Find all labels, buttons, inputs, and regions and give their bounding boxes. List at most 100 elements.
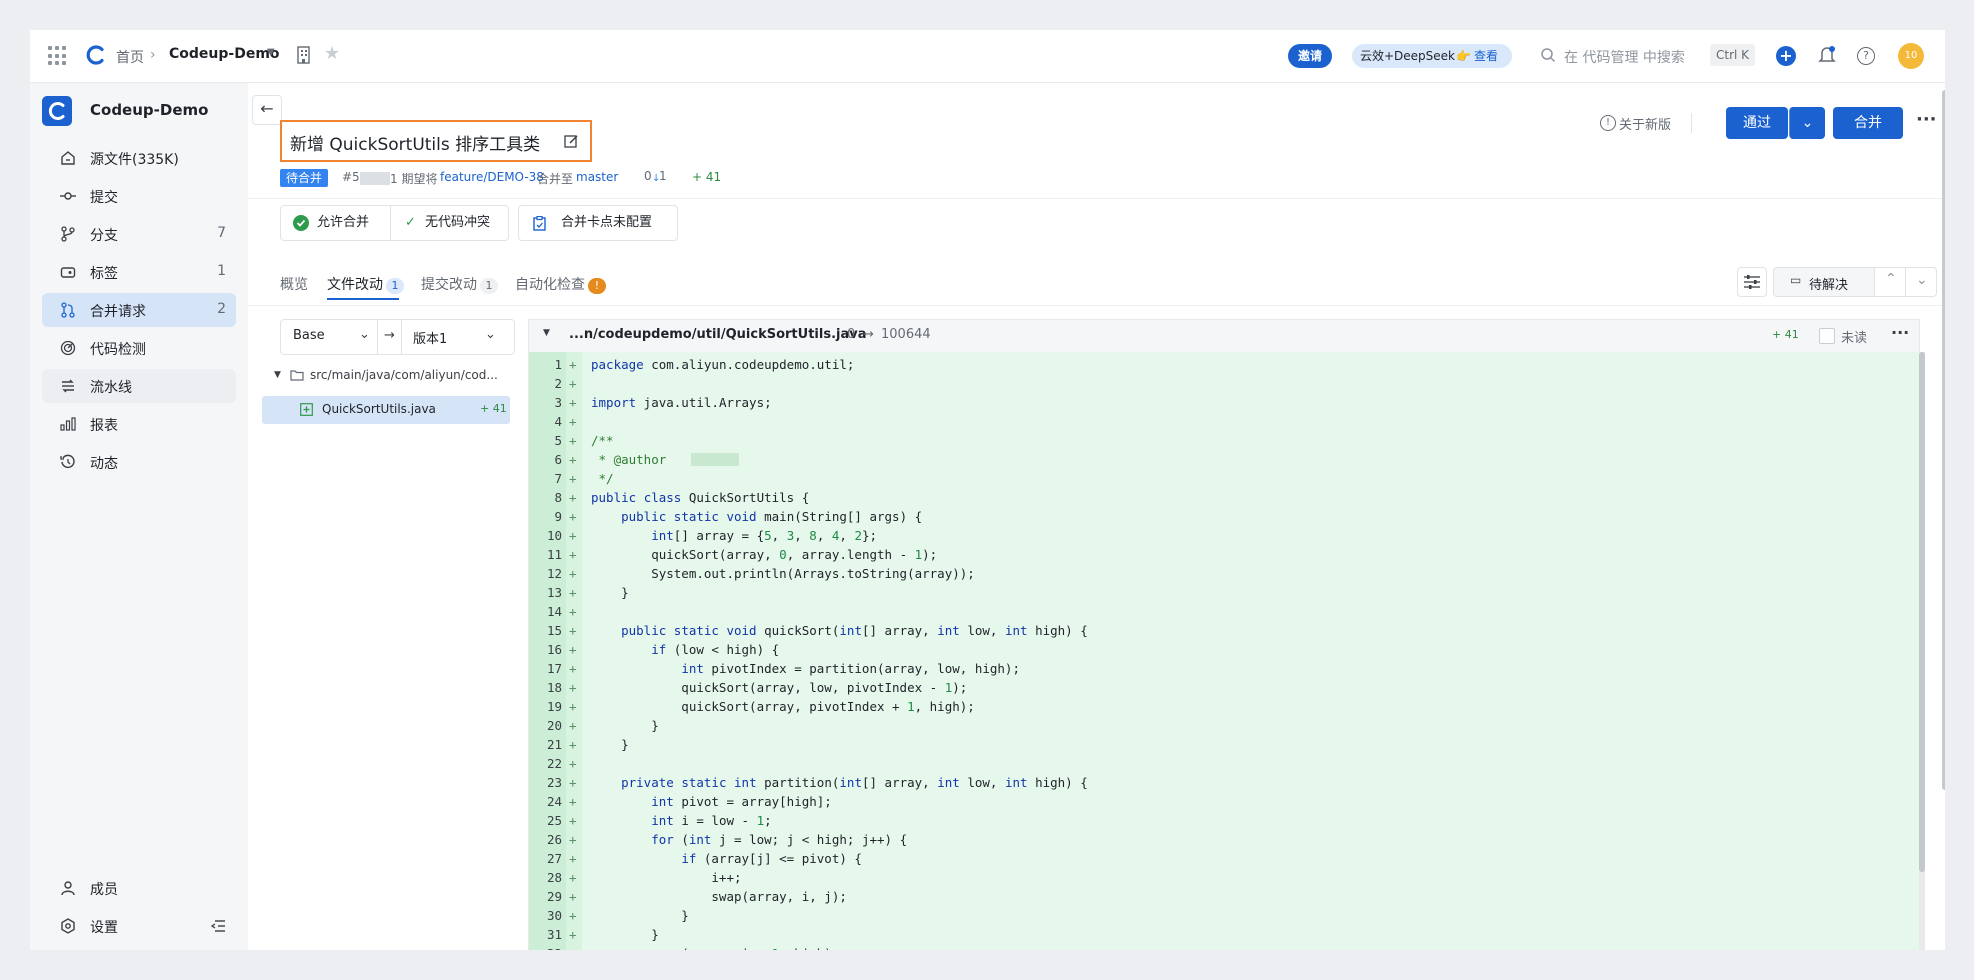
about-new-version-link[interactable]: 关于新版 xyxy=(1619,114,1671,133)
repo-dropdown-icon[interactable]: ▼ xyxy=(267,47,275,58)
added-line-marker: + xyxy=(569,604,577,619)
added-line-marker: + xyxy=(569,566,577,581)
sidebar-item-label: 代码检测 xyxy=(90,342,146,358)
added-line-marker: + xyxy=(569,908,577,923)
code-text: } xyxy=(591,718,659,733)
merge-gate-chip[interactable]: 合并卡点未配置 xyxy=(518,205,678,241)
redacted-author-name xyxy=(691,453,739,466)
prev-comment-chevron-up-icon[interactable]: ⌃ xyxy=(1874,267,1906,297)
line-number: 21 xyxy=(546,737,562,752)
base-select[interactable]: Base xyxy=(293,328,325,343)
page-scrollbar[interactable] xyxy=(1942,90,1945,790)
line-number: 24 xyxy=(546,794,562,809)
help-icon[interactable]: ? xyxy=(1857,47,1875,65)
diff-scrollbar[interactable] xyxy=(1919,352,1925,950)
invite-button[interactable]: 邀请 xyxy=(1288,44,1333,68)
sidebar-item-label: 分支 xyxy=(90,228,118,244)
sidebar-item-tags[interactable]: 标签 1 xyxy=(42,255,236,289)
added-line-marker: + xyxy=(569,433,577,448)
code-text: swap(array, i + 1, high); xyxy=(591,944,839,950)
arrow-right-icon: → xyxy=(384,328,395,343)
tab-file-changes[interactable]: 文件改动 1 xyxy=(327,274,404,294)
added-line-marker: + xyxy=(569,471,577,486)
code-line: 8 + public class QuickSortUtils { xyxy=(529,488,1919,507)
more-options-icon[interactable]: ··· xyxy=(1916,109,1937,130)
added-line-marker: + xyxy=(569,623,577,638)
version-compare-selector[interactable]: Base ⌄ → 版本1 ⌄ xyxy=(280,319,515,355)
line-number: 8 xyxy=(554,490,562,505)
unread-checkbox[interactable] xyxy=(1819,328,1835,344)
sidebar-item-commits[interactable]: 提交 xyxy=(42,179,236,213)
line-number: 16 xyxy=(546,642,562,657)
breadcrumb-home[interactable]: 首页 xyxy=(116,47,144,67)
tab-overview[interactable]: 概览 xyxy=(280,274,308,294)
diff-more-options-icon[interactable]: ··· xyxy=(1891,323,1909,342)
sidebar-item-activity[interactable]: 动态 xyxy=(42,445,236,479)
code-line: 9 + public static void main(String[] args… xyxy=(529,507,1919,526)
code-text: int[] array = {5, 3, 8, 4, 2}; xyxy=(651,528,878,543)
code-text: if (array[j] <= pivot) { xyxy=(681,851,862,866)
added-line-marker: + xyxy=(569,547,577,562)
collapse-sidebar-icon[interactable] xyxy=(210,918,226,934)
code-text: for (int j = low; j < high; j++) { xyxy=(651,832,908,847)
diff-file-path[interactable]: ...n/codeupdemo/util/QuickSortUtils.java xyxy=(569,327,866,342)
sidebar-item-source[interactable]: 源文件(335K) xyxy=(42,141,236,175)
sidebar-item-pipeline[interactable]: 流水线 xyxy=(42,369,236,403)
approve-dropdown-chevron-icon[interactable]: ⌄ xyxy=(1789,107,1825,139)
back-arrow-icon[interactable]: ← xyxy=(252,95,282,125)
line-number: 22 xyxy=(546,756,562,771)
approve-button[interactable]: 通过 xyxy=(1726,107,1788,139)
code-text: quickSort(array, pivotIndex + 1, high); xyxy=(591,699,975,714)
code-line: 24 + int pivot = array[high]; xyxy=(529,792,1919,811)
deepseek-banner[interactable]: 云效+DeepSeek 👉 查看 xyxy=(1352,44,1512,68)
folder-collapse-caret-icon[interactable]: ▼ xyxy=(274,370,281,380)
version-select[interactable]: 版本1 xyxy=(413,328,447,347)
target-branch-link[interactable]: master xyxy=(576,170,618,184)
search-icon[interactable] xyxy=(1540,47,1556,63)
pending-comments-button[interactable]: ▭ 待解决 xyxy=(1773,267,1875,297)
search-input[interactable]: 在 代码管理 中搜索 xyxy=(1564,47,1685,67)
no-conflict-chip[interactable]: ✓ 无代码冲突 xyxy=(390,205,509,241)
sidebar-item-merge-requests[interactable]: 合并请求 2 xyxy=(42,293,236,327)
file-tree-item[interactable]: QuickSortUtils.java + 41 xyxy=(262,396,510,424)
sidebar-item-members[interactable]: 成员 xyxy=(42,871,236,905)
breadcrumb-repo[interactable]: Codeup-Demo xyxy=(169,46,280,62)
next-comment-chevron-down-icon[interactable]: ⌄ xyxy=(1905,267,1937,297)
tab-commit-changes[interactable]: 提交改动 1 xyxy=(421,274,498,294)
sidebar-item-settings[interactable]: 设置 xyxy=(42,909,236,943)
code-line: 19 + quickSort(array, pivotIndex + 1, hig… xyxy=(529,697,1919,716)
code-text: int pivot = array[high]; xyxy=(651,794,832,809)
bell-icon[interactable] xyxy=(1818,45,1836,65)
merge-button[interactable]: 合并 xyxy=(1833,107,1903,139)
create-plus-icon[interactable]: + xyxy=(1776,46,1796,66)
code-line: 17 + int pivotIndex = partition(array, lo… xyxy=(529,659,1919,678)
deepseek-view-link[interactable]: 查看 xyxy=(1474,44,1498,68)
code-line: 16 + if (low < high) { xyxy=(529,640,1919,659)
line-number: 18 xyxy=(546,680,562,695)
sidebar-item-count: 1 xyxy=(217,263,226,279)
sidebar-item-reports[interactable]: 报表 xyxy=(42,407,236,441)
sidebar-item-code-scan[interactable]: 代码检测 xyxy=(42,331,236,365)
star-icon[interactable]: ★ xyxy=(324,43,340,64)
info-icon: ! xyxy=(1600,115,1616,131)
source-branch-link[interactable]: feature/DEMO-38 xyxy=(440,170,544,184)
redacted-author xyxy=(360,172,390,185)
code-text: quickSort(array, 0, array.length - 1); xyxy=(591,547,938,562)
tab-automation-checks[interactable]: 自动化检查! xyxy=(515,274,606,294)
sidebar-item-branches[interactable]: 分支 7 xyxy=(42,217,236,251)
user-icon xyxy=(61,881,75,896)
divider xyxy=(401,320,402,354)
app-grid-icon[interactable] xyxy=(48,46,68,66)
allow-merge-label: 允许合并 xyxy=(317,215,370,230)
line-number: 12 xyxy=(546,566,562,581)
building-icon[interactable] xyxy=(296,46,312,64)
avatar[interactable]: 10 xyxy=(1898,43,1924,69)
edit-icon[interactable] xyxy=(564,134,579,149)
folder-path[interactable]: src/main/java/com/aliyun/cod... xyxy=(310,368,506,382)
filter-settings-icon[interactable] xyxy=(1737,267,1767,297)
code-line: 25 + int i = low - 1; xyxy=(529,811,1919,830)
codeup-logo-icon[interactable] xyxy=(85,44,107,66)
allow-merge-chip[interactable]: 允许合并 xyxy=(280,205,391,241)
diff-collapse-caret-icon[interactable]: ▼ xyxy=(543,328,550,338)
code-line: 31 + } xyxy=(529,925,1919,944)
